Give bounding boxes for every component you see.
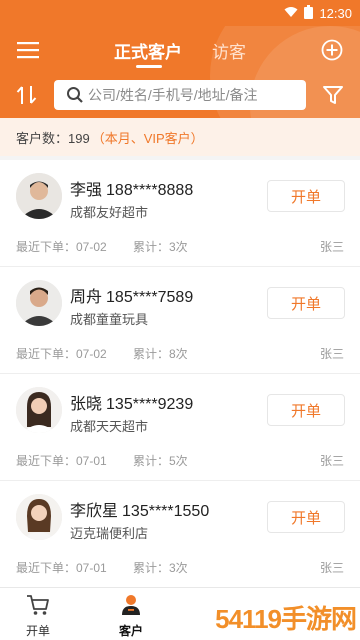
customer-name: 周舟 bbox=[70, 289, 103, 306]
avatar bbox=[16, 280, 62, 326]
sales-rep: 张三 bbox=[319, 240, 344, 254]
open-order-button[interactable]: 开单 bbox=[267, 180, 345, 212]
search-placeholder: 公司/姓名/手机号/地址/备注 bbox=[88, 87, 258, 103]
open-order-button[interactable]: 开单 bbox=[267, 287, 345, 319]
customer-card[interactable]: 张晓 135****9239 成都天天超市 开单 最近下单：07-01 累计：5次… bbox=[0, 374, 360, 481]
order-count: 累计：3次 bbox=[133, 240, 188, 254]
customer-count: 客户数：199 bbox=[16, 130, 90, 146]
tab-formal-customers[interactable]: 正式客户 bbox=[114, 38, 182, 63]
customer-card[interactable]: 周舟 185****7589 成都童童玩具 开单 最近下单：07-02 累计：8次… bbox=[0, 267, 360, 374]
customer-name: 李欣星 bbox=[70, 503, 119, 520]
active-tab-indicator bbox=[136, 65, 162, 68]
filter-icon[interactable] bbox=[320, 82, 346, 108]
customer-phone: 135****9239 bbox=[106, 396, 194, 413]
tab-customers-label: 客户 bbox=[118, 624, 143, 638]
search-icon bbox=[66, 86, 84, 104]
status-bar: 12:30 bbox=[0, 0, 360, 26]
wifi-icon bbox=[284, 6, 298, 21]
sort-icon[interactable] bbox=[14, 84, 40, 106]
customer-phone: 188****8888 bbox=[106, 182, 194, 199]
tab-open-order-label: 开单 bbox=[25, 624, 50, 638]
menu-icon[interactable] bbox=[14, 38, 42, 62]
status-time: 12:30 bbox=[319, 6, 352, 21]
sales-rep: 张三 bbox=[319, 347, 344, 361]
tab-customers[interactable]: 客户 bbox=[101, 594, 161, 639]
customer-phone: 135****1550 bbox=[122, 503, 210, 520]
customer-name-line: 李强 188****8888 bbox=[70, 176, 193, 200]
status-icons: 12:30 bbox=[284, 5, 352, 22]
customer-count-bar: 客户数：199 （本月、VIP客户） bbox=[0, 118, 360, 156]
customer-name-line: 张晓 135****9239 bbox=[70, 390, 193, 414]
tab-open-order[interactable]: 开单 bbox=[8, 594, 68, 639]
order-count: 累计：8次 bbox=[133, 347, 188, 361]
tab-visitors[interactable]: 访客 bbox=[212, 38, 246, 63]
customer-store: 成都友好超市 bbox=[70, 205, 149, 220]
customer-phone: 185****7589 bbox=[106, 289, 194, 306]
avatar bbox=[16, 173, 62, 219]
customer-name-line: 李欣星 135****1550 bbox=[70, 497, 209, 521]
sales-rep: 张三 bbox=[319, 561, 344, 575]
customer-name: 李强 bbox=[70, 182, 103, 199]
customer-card[interactable]: 李强 188****8888 成都友好超市 开单 最近下单：07-02 累计：3次… bbox=[0, 160, 360, 267]
customer-store: 成都童童玩具 bbox=[70, 312, 149, 327]
battery-icon bbox=[304, 5, 314, 22]
app-header: 正式客户 访客 公司/姓名/手机号/地址/备注 bbox=[0, 26, 360, 118]
open-order-button[interactable]: 开单 bbox=[267, 501, 345, 533]
customer-store: 成都天天超市 bbox=[70, 419, 149, 434]
cart-icon bbox=[26, 594, 50, 619]
customer-count-hint[interactable]: （本月、VIP客户） bbox=[92, 128, 204, 147]
avatar bbox=[16, 387, 62, 433]
customer-store: 迈克瑞便利店 bbox=[70, 526, 149, 541]
last-order-date: 最近下单：07-01 bbox=[16, 454, 107, 468]
customer-icon bbox=[119, 594, 143, 619]
last-order-date: 最近下单：07-01 bbox=[16, 561, 107, 575]
order-count: 累计：3次 bbox=[133, 561, 188, 575]
customer-name: 张晓 bbox=[70, 396, 103, 413]
search-input[interactable]: 公司/姓名/手机号/地址/备注 bbox=[54, 80, 306, 110]
customer-name-line: 周舟 185****7589 bbox=[70, 283, 193, 307]
last-order-date: 最近下单：07-02 bbox=[16, 347, 107, 361]
order-count: 累计：5次 bbox=[133, 454, 188, 468]
bottom-tab-bar: 开单 客户 54119手游网 bbox=[0, 587, 360, 640]
sales-rep: 张三 bbox=[319, 454, 344, 468]
customer-list: 李强 188****8888 成都友好超市 开单 最近下单：07-02 累计：3次… bbox=[0, 160, 360, 588]
last-order-date: 最近下单：07-02 bbox=[16, 240, 107, 254]
open-order-button[interactable]: 开单 bbox=[267, 394, 345, 426]
customer-card[interactable]: 李欣星 135****1550 迈克瑞便利店 开单 最近下单：07-01 累计：3… bbox=[0, 481, 360, 588]
avatar bbox=[16, 494, 62, 540]
add-customer-icon[interactable] bbox=[320, 38, 344, 62]
watermark-logo: 54119手游网 bbox=[215, 604, 357, 634]
